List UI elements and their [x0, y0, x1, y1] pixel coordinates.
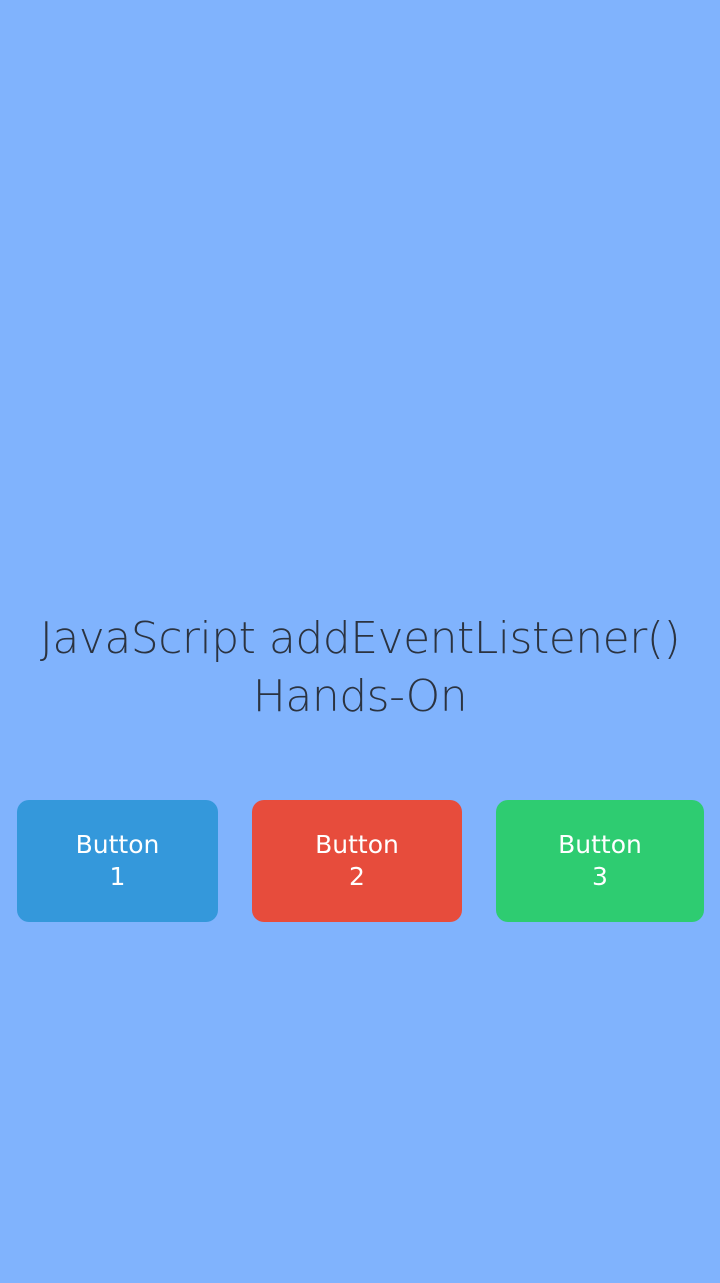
page-title-line-1: JavaScript addEventListener()	[39, 613, 681, 664]
button-3-label-word: Button	[558, 830, 642, 859]
page-title: JavaScript addEventListener() Hands-On	[0, 610, 720, 726]
button-1[interactable]: Button 1	[17, 800, 218, 922]
button-1-label-word: Button	[75, 830, 160, 859]
button-2-label-number: 2	[349, 862, 365, 891]
button-1-label-number: 1	[109, 862, 126, 891]
button-2-label-word: Button	[315, 830, 399, 859]
button-3-label-number: 3	[592, 862, 608, 891]
page-title-line-2: Hands-On	[252, 671, 468, 722]
page: JavaScript addEventListener() Hands-On B…	[0, 0, 720, 1283]
button-3[interactable]: Button 3	[496, 800, 704, 922]
button-2[interactable]: Button 2	[252, 800, 462, 922]
